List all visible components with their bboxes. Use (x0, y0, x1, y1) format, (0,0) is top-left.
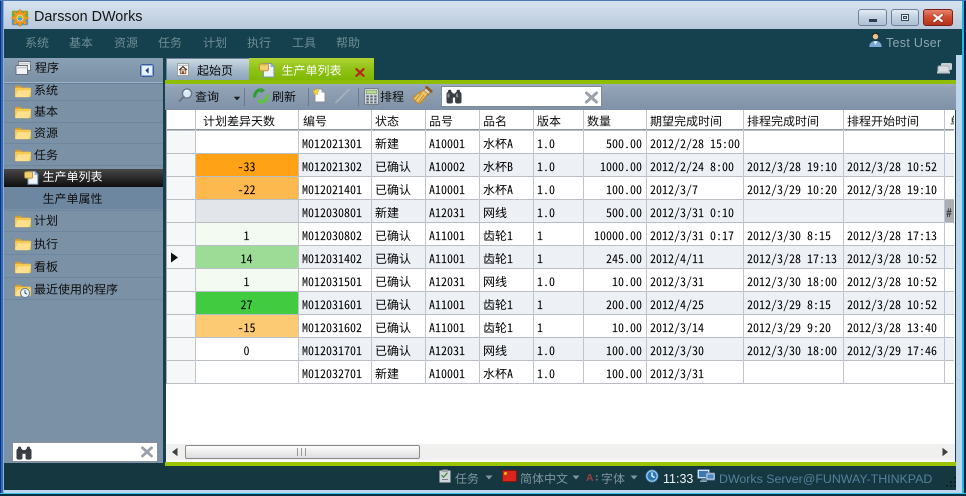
svg-text:A: A (586, 472, 594, 482)
